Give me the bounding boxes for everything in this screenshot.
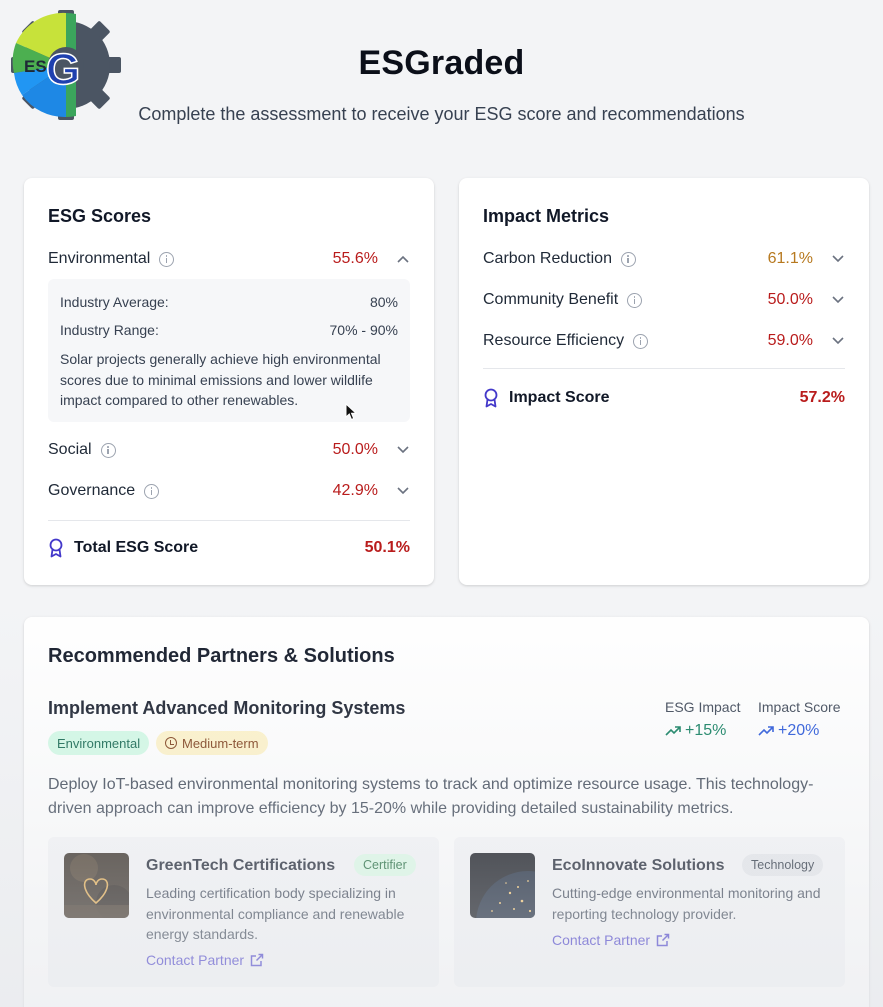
environmental-score-row[interactable]: Environmental 55.6%	[48, 247, 410, 271]
total-esg-score-row: Total ESG Score 50.1%	[48, 536, 410, 560]
external-link-icon	[656, 933, 670, 947]
resource-efficiency-row[interactable]: Resource Efficiency 59.0%	[483, 329, 845, 353]
environmental-label: Environmental	[48, 250, 151, 267]
partner-name: EcoInnovate Solutions	[552, 857, 725, 874]
chevron-down-icon[interactable]	[831, 334, 845, 348]
industry-range-label: Industry Range:	[60, 322, 159, 338]
info-icon[interactable]	[620, 251, 636, 267]
category-tag: Environmental	[48, 731, 150, 755]
partner-card: EcoInnovate Solutions Technology Cutting…	[454, 837, 845, 987]
clock-icon	[165, 737, 177, 749]
partner-name: GreenTech Certifications	[146, 857, 336, 874]
app-title: ESGraded	[358, 44, 525, 82]
environmental-score-value: 55.6%	[332, 250, 378, 267]
total-esg-score-label: Total ESG Score	[74, 539, 199, 556]
award-icon	[484, 388, 498, 408]
contact-partner-label: Contact Partner	[146, 952, 245, 968]
impact-score-metric-value: +20%	[778, 722, 820, 739]
industry-average-label: Industry Average:	[60, 294, 169, 310]
impact-score-metric-label: Impact Score	[758, 699, 841, 715]
chevron-down-icon[interactable]	[396, 484, 410, 498]
social-label: Social	[48, 441, 92, 458]
environmental-details-panel: Industry Average: 80% Industry Range: 70…	[48, 279, 410, 422]
carbon-reduction-label: Carbon Reduction	[483, 250, 612, 267]
environmental-description: Solar projects generally achieve high en…	[60, 351, 381, 408]
trending-up-icon	[758, 726, 774, 736]
impact-metrics-title: Impact Metrics	[483, 206, 610, 226]
chevron-down-icon[interactable]	[831, 293, 845, 307]
resource-efficiency-value: 59.0%	[767, 332, 813, 349]
partner-badge: Certifier	[354, 854, 416, 876]
chevron-down-icon[interactable]	[396, 443, 410, 457]
governance-score-value: 42.9%	[332, 482, 378, 499]
timeframe-tag-label: Medium-term	[182, 735, 259, 751]
recommendation-description: Deploy IoT-based environmental monitorin…	[48, 776, 814, 817]
partner-image	[470, 853, 535, 918]
chevron-up-icon[interactable]	[396, 252, 410, 266]
info-icon[interactable]	[627, 292, 643, 308]
industry-range-value: 70% - 90%	[329, 322, 398, 338]
page-subtitle: Complete the assessment to receive your …	[138, 104, 745, 124]
divider	[48, 520, 410, 521]
divider	[483, 368, 845, 369]
contact-partner-label: Contact Partner	[552, 932, 651, 948]
social-score-value: 50.0%	[332, 441, 378, 458]
resource-efficiency-label: Resource Efficiency	[483, 332, 625, 349]
carbon-reduction-value: 61.1%	[767, 250, 813, 267]
info-icon[interactable]	[633, 333, 649, 349]
impact-metrics-card: Impact Metrics Carbon Reduction 61.1% Co…	[459, 178, 869, 585]
impact-score-label: Impact Score	[509, 389, 610, 406]
carbon-reduction-row[interactable]: Carbon Reduction 61.1%	[483, 247, 845, 271]
partner-description: Leading certification body specializing …	[146, 885, 405, 942]
info-icon[interactable]	[100, 442, 116, 458]
trending-up-icon	[665, 726, 681, 736]
mouse-cursor-icon	[345, 403, 357, 421]
industry-average-value: 80%	[369, 294, 398, 310]
total-esg-score-value: 50.1%	[364, 539, 410, 556]
recommendation-title: Implement Advanced Monitoring Systems	[48, 698, 406, 718]
impact-score-metric: Impact Score +20%	[758, 699, 840, 740]
community-benefit-row[interactable]: Community Benefit 50.0%	[483, 288, 845, 312]
partner-image	[64, 853, 129, 918]
esg-scores-title: ESG Scores	[48, 206, 152, 226]
info-icon[interactable]	[144, 483, 160, 499]
contact-partner-link[interactable]: Contact Partner	[146, 952, 264, 968]
governance-score-row[interactable]: Governance 42.9%	[48, 479, 410, 503]
partner-badge: Technology	[742, 854, 824, 876]
recommendations-title: Recommended Partners & Solutions	[48, 645, 395, 667]
external-link-icon	[250, 953, 264, 967]
community-benefit-label: Community Benefit	[483, 291, 619, 308]
category-tag-label: Environmental	[57, 735, 141, 751]
recommendations-card: Recommended Partners & Solutions Impleme…	[24, 617, 869, 1007]
chevron-down-icon[interactable]	[831, 252, 845, 266]
governance-label: Governance	[48, 482, 136, 499]
info-icon[interactable]	[159, 251, 175, 267]
partner-description: Cutting-edge environmental monitoring an…	[552, 885, 821, 922]
impact-score-value: 57.2%	[799, 389, 845, 406]
esg-impact-value: +15%	[685, 722, 727, 739]
social-score-row[interactable]: Social 50.0%	[48, 438, 410, 462]
contact-partner-link[interactable]: Contact Partner	[552, 932, 670, 948]
award-icon	[49, 538, 63, 558]
partner-card: GreenTech Certifications Certifier Leadi…	[48, 837, 439, 987]
community-benefit-value: 50.0%	[767, 291, 813, 308]
esg-impact-metric: ESG Impact +15%	[665, 699, 740, 740]
esg-impact-label: ESG Impact	[665, 699, 741, 715]
impact-score-row: Impact Score 57.2%	[483, 386, 845, 410]
timeframe-tag: Medium-term	[156, 731, 268, 755]
